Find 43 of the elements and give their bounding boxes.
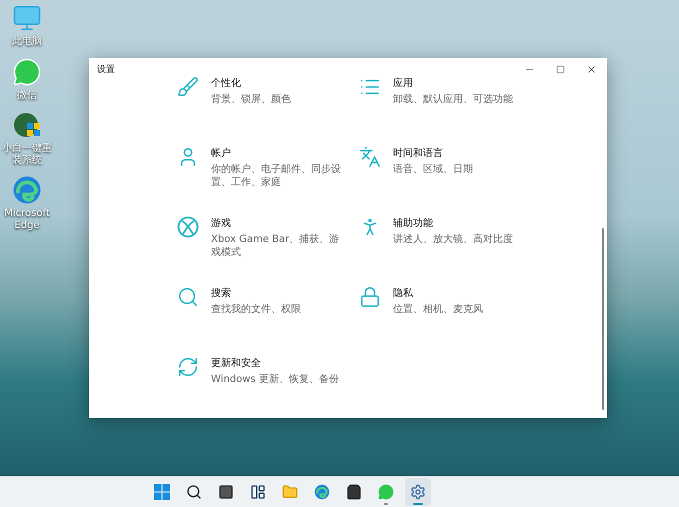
- setting-title[interactable]: 时间和语言: [393, 146, 529, 160]
- brush-icon: [177, 76, 199, 98]
- setting-description: Xbox Game Bar、捕获、游戏模式: [211, 233, 340, 259]
- folder-icon: [282, 484, 298, 500]
- installer-icon: [12, 110, 42, 140]
- setting-title[interactable]: 隐私: [393, 286, 529, 300]
- setting-description: 语音、区域、日期: [393, 163, 474, 176]
- gear-icon: [410, 484, 426, 500]
- maximize-icon: [556, 64, 565, 74]
- search-icon: [186, 484, 202, 500]
- chat-bubble-icon: [12, 56, 42, 86]
- edge-swirl-icon: [314, 484, 330, 500]
- xbox-icon: [177, 216, 199, 238]
- setting-description: 查找我的文件、权限: [211, 303, 302, 316]
- setting-description: 你的帐户、电子邮件、同步设置、工作、家庭: [211, 163, 342, 189]
- search-icon: [177, 286, 199, 308]
- chat-bubble-icon: [378, 484, 394, 500]
- lock-icon: [359, 286, 381, 308]
- window-title: 设置: [97, 64, 115, 76]
- setting-title[interactable]: 个性化: [211, 76, 347, 90]
- running-indicator: [412, 503, 422, 505]
- setting-title[interactable]: 辅助功能: [393, 216, 529, 230]
- store-bag-icon: [346, 484, 362, 500]
- setting-title[interactable]: 应用: [393, 76, 529, 90]
- setting-title[interactable]: 更新和安全: [211, 356, 347, 370]
- refresh-icon: [177, 356, 199, 378]
- setting-description: 卸载、默认应用、可选功能: [393, 93, 514, 106]
- task-view-icon: [218, 484, 234, 500]
- setting-description: 位置、相机、麦克风: [393, 303, 484, 316]
- running-indicator: [384, 503, 388, 505]
- windows-logo-icon: [154, 484, 170, 500]
- setting-description: 背景、锁屏、颜色: [211, 93, 292, 106]
- widgets-icon: [250, 484, 266, 500]
- setting-title[interactable]: 搜索: [211, 286, 347, 300]
- setting-description: 讲述人、放大镜、高对比度: [393, 233, 514, 246]
- close-icon: [586, 64, 597, 74]
- edge-swirl-icon: [12, 175, 42, 205]
- setting-title[interactable]: 游戏: [211, 216, 347, 230]
- monitor-icon: [12, 3, 42, 33]
- setting-title[interactable]: 帐户: [211, 146, 347, 160]
- language-icon: [359, 146, 381, 168]
- setting-description: Windows 更新、恢复、备份: [211, 373, 340, 386]
- scrollbar-thumb[interactable]: [602, 228, 604, 410]
